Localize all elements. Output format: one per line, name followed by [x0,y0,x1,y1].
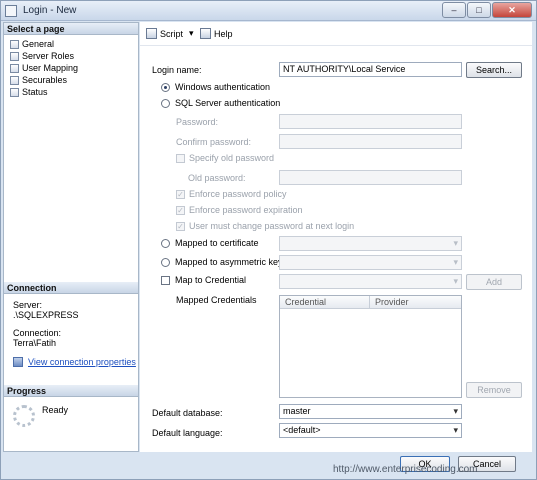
page-icon [10,87,19,97]
watermark-url: http://www.enterprisecoding.com [333,464,478,475]
script-icon [146,28,157,39]
mapped-credentials-label: Mapped Credentials [176,295,257,305]
server-label: Server: [13,300,43,310]
toolbar: Script ▾ Help [140,22,532,46]
login-name-label: Login name: [152,65,202,75]
old-password-input[interactable] [279,170,462,185]
help-button[interactable]: Help [200,28,233,39]
minimize-button[interactable]: – [442,2,466,18]
page-server-roles[interactable]: Server Roles [10,50,74,62]
mapped-certificate-radio[interactable] [161,239,170,248]
script-dropdown-icon[interactable]: ▾ [189,28,194,39]
password-label: Password: [176,117,219,127]
sql-auth-label: SQL Server authentication [175,98,281,108]
connection-properties-icon [13,357,23,367]
grid-header: Credential Provider [280,296,461,309]
credential-select[interactable] [279,274,462,289]
default-language-label: Default language: [152,428,223,438]
page-user-mapping[interactable]: User Mapping [10,62,78,74]
remove-button[interactable]: Remove [466,382,522,398]
confirm-password-input[interactable] [279,134,462,149]
view-connection-properties-link[interactable]: View connection properties [28,357,136,367]
progress-status: Ready [42,405,69,415]
page-securables[interactable]: Securables [10,74,67,86]
windows-auth-radio[interactable] [161,83,170,92]
maximize-button[interactable]: □ [467,2,491,18]
select-page-header: Select a page [4,23,138,35]
mapped-asym-key-radio[interactable] [161,258,170,267]
server-value: .\SQLEXPRESS [13,310,79,320]
default-language-select[interactable]: <default> [279,423,462,438]
enforce-expiration-checkbox[interactable]: ✓ [176,206,185,215]
enforce-policy-label: Enforce password policy [189,189,287,199]
connection-label: Connection: [13,328,62,338]
mapped-asym-key-label: Mapped to asymmetric key [175,257,283,267]
window-title: Login - New [23,5,77,16]
page-icon [10,63,19,73]
windows-auth-label: Windows authentication [175,82,271,92]
window-icon [5,5,17,17]
connection-header: Connection [4,282,138,294]
login-name-input[interactable]: NT AUTHORITY\Local Service [279,62,462,77]
left-pane: Select a page General Server Roles User … [3,22,139,452]
login-new-dialog: Login - New – □ ✕ Select a page General … [0,0,537,480]
progress-header: Progress [4,385,138,397]
default-database-select[interactable]: master [279,404,462,419]
page-status[interactable]: Status [10,86,48,98]
progress-spinner-icon [13,405,35,427]
script-button[interactable]: Script ▾ [146,28,194,39]
page-general[interactable]: General [10,38,54,50]
enforce-policy-checkbox[interactable]: ✓ [176,190,185,199]
close-button[interactable]: ✕ [492,2,532,18]
certificate-select[interactable] [279,236,462,251]
page-icon [10,51,19,61]
old-password-label: Old password: [188,173,246,183]
provider-column-header[interactable]: Provider [375,297,409,307]
page-icon [10,39,19,49]
asym-key-select[interactable] [279,255,462,270]
default-database-label: Default database: [152,408,223,418]
must-change-label: User must change password at next login [189,221,355,231]
sql-auth-radio[interactable] [161,99,170,108]
map-credential-checkbox[interactable] [161,276,170,285]
must-change-checkbox[interactable]: ✓ [176,222,185,231]
confirm-password-label: Confirm password: [176,137,252,147]
search-button[interactable]: Search... [466,62,522,78]
mapped-credentials-grid[interactable]: Credential Provider [279,295,462,398]
mapped-certificate-label: Mapped to certificate [175,238,259,248]
credential-column-header[interactable]: Credential [285,297,326,307]
column-divider [369,296,370,309]
add-button[interactable]: Add [466,274,522,290]
page-icon [10,75,19,85]
help-icon [200,28,211,39]
title-bar: Login - New – □ ✕ [1,1,536,21]
general-page: Script ▾ Help Login name: NT AUTHORITY\L… [140,22,532,452]
specify-old-password-label: Specify old password [189,153,275,163]
enforce-expiration-label: Enforce password expiration [189,205,303,215]
password-input[interactable] [279,114,462,129]
specify-old-password-checkbox[interactable] [176,154,185,163]
connection-value: Terra\Fatih [13,338,57,348]
map-credential-label: Map to Credential [175,275,247,285]
